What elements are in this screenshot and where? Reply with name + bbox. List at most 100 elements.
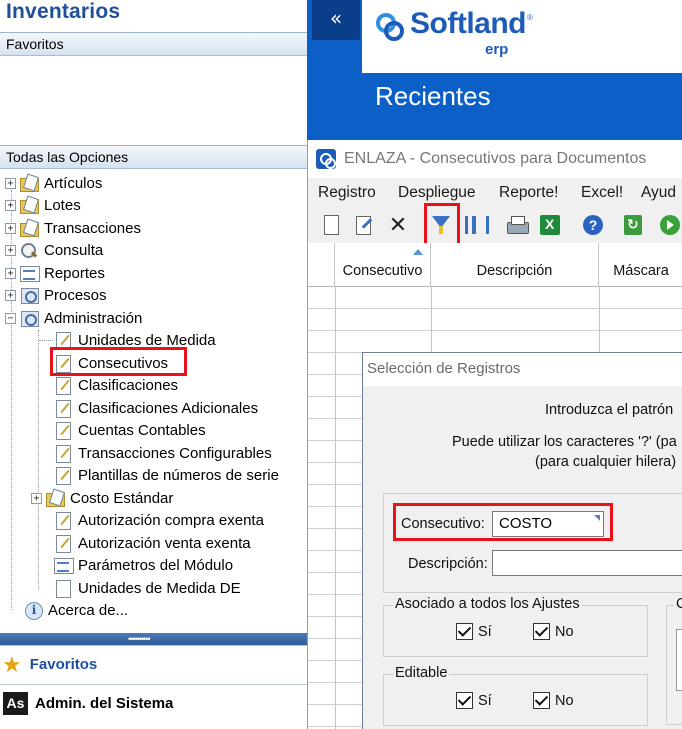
highlight-consecutivos — [50, 347, 187, 376]
grid-header: Consecutivo Descripción Máscara — [308, 243, 682, 287]
expand-icon[interactable]: + — [31, 492, 42, 504]
help-icon[interactable] — [582, 214, 604, 236]
menu-reporte[interactable]: Reporte! — [499, 184, 558, 202]
section-title-recientes: Recientes — [375, 81, 491, 111]
tree-item-parametros-modulo[interactable]: Parámetros del Módulo — [53, 554, 233, 576]
dialog-title[interactable]: Selección de Registros — [363, 353, 682, 386]
columns-icon[interactable] — [463, 214, 489, 236]
tree-item-autorizacion-compra[interactable]: Autorización compra exenta — [53, 509, 264, 531]
checkbox-checked-icon — [533, 623, 550, 640]
softland-logo: Softland ® erp — [362, 0, 682, 73]
folder-doc-icon — [45, 489, 65, 507]
tree-item-lotes[interactable]: + Lotes — [5, 194, 81, 216]
tree-item-acerca-de[interactable]: Acerca de... — [23, 599, 128, 621]
admin-system-icon: As — [3, 692, 28, 715]
excel-icon[interactable] — [539, 214, 561, 236]
tree-item-plantillas-series[interactable]: Plantillas de números de serie — [53, 464, 279, 486]
folder-doc-icon — [19, 219, 39, 237]
edit-doc-icon — [53, 534, 73, 553]
dialog-instruction-3: (para cualquier hilera) — [535, 454, 677, 470]
new-icon[interactable] — [320, 214, 342, 236]
menu-bar: Registro Despliegue Reporte! Excel! Ayud — [308, 182, 682, 206]
tree-item-autorizacion-venta[interactable]: Autorización venta exenta — [53, 532, 251, 554]
tree-connector — [38, 330, 39, 590]
edit-doc-icon — [53, 444, 73, 463]
checkbox-checked-icon — [533, 692, 550, 709]
favorites-header[interactable]: Favoritos — [0, 32, 307, 56]
collapse-panel-button[interactable]: « — [312, 0, 360, 40]
tree-item-procesos[interactable]: + Procesos — [5, 284, 107, 306]
menu-despliegue[interactable]: Despliegue — [398, 184, 476, 202]
column-header-descripcion[interactable]: Descripción — [431, 243, 599, 287]
next-icon[interactable] — [659, 214, 681, 236]
column-header-mascara[interactable]: Máscara — [599, 243, 682, 287]
app-window-icon — [316, 149, 336, 169]
splitter-grip: •••••••••• — [128, 634, 150, 644]
blank-doc-icon — [53, 579, 73, 598]
editable-si-checkbox[interactable]: Sí — [456, 692, 492, 709]
tree-item-clasificaciones[interactable]: Clasificaciones — [53, 374, 178, 396]
expand-icon[interactable]: + — [5, 177, 16, 189]
tree-item-label: Cuentas Contables — [78, 421, 206, 439]
menu-ayuda[interactable]: Ayud — [641, 184, 676, 202]
edit-doc-icon — [53, 421, 73, 440]
sort-ascending-icon — [413, 249, 423, 255]
softland-logo-icon — [376, 13, 404, 41]
tree-item-label: Procesos — [44, 286, 107, 304]
tree-item-label: Plantillas de números de serie — [78, 466, 279, 484]
settings-icon — [19, 309, 39, 327]
report-icon — [19, 264, 40, 282]
expand-icon[interactable]: + — [5, 289, 16, 301]
asociado-no-checkbox[interactable]: No — [533, 623, 574, 640]
print-icon[interactable] — [506, 214, 529, 236]
tree-item-label: Costo Estándar — [70, 489, 174, 507]
tree-item-costo-estandar[interactable]: + Costo Estándar — [31, 487, 173, 509]
column-header-consecutivo[interactable]: Consecutivo — [335, 243, 431, 287]
expand-icon[interactable]: + — [5, 222, 16, 234]
tree-connector — [39, 340, 53, 341]
grid-divider — [335, 287, 336, 729]
all-options-header[interactable]: Todas las Opciones — [0, 145, 307, 169]
tree-item-consulta[interactable]: + Consulta — [5, 239, 103, 261]
folder-doc-icon — [19, 196, 39, 214]
tree-item-administracion[interactable]: − Administración — [5, 307, 142, 329]
editable-no-checkbox[interactable]: No — [533, 692, 574, 709]
tree-item-clasificaciones-adicionales[interactable]: Clasificaciones Adicionales — [53, 397, 258, 419]
asociado-si-checkbox[interactable]: Sí — [456, 623, 492, 640]
bottom-nav-favoritos[interactable]: ★ Favoritos — [0, 645, 307, 683]
tree-item-transacciones[interactable]: + Transacciones — [5, 217, 141, 239]
tree-item-cuentas-contables[interactable]: Cuentas Contables — [53, 419, 206, 441]
search-icon — [19, 241, 39, 259]
expand-icon[interactable]: + — [5, 244, 16, 256]
expand-icon[interactable]: + — [5, 267, 16, 279]
logo-trademark: ® — [527, 13, 533, 22]
expand-icon[interactable]: + — [5, 199, 16, 211]
window-titlebar[interactable]: ENLAZA - Consecutivos para Documentos — [308, 140, 682, 178]
bottom-nav-admin-sistema[interactable]: As Admin. del Sistema — [0, 684, 307, 722]
star-icon: ★ — [2, 651, 22, 677]
refresh-icon[interactable] — [622, 214, 644, 236]
descripcion-input[interactable] — [492, 550, 682, 576]
logo-subtitle: erp — [485, 41, 509, 58]
edit-doc-icon — [53, 466, 73, 485]
delete-icon[interactable]: ✕ — [387, 214, 409, 236]
panel-splitter[interactable]: •••••••••• — [0, 633, 307, 645]
menu-registro[interactable]: Registro — [318, 184, 376, 202]
tree-item-reportes[interactable]: + Reportes — [5, 262, 105, 284]
collapse-icon[interactable]: − — [5, 312, 16, 324]
app-header: « Softland ® erp Recientes — [307, 0, 682, 140]
highlight-filter-button — [424, 203, 460, 247]
column-header-label: Consecutivo — [342, 263, 423, 279]
partial-list-box[interactable] — [676, 629, 682, 691]
tree-item-unidades-medida-de[interactable]: Unidades de Medida DE — [53, 577, 241, 599]
checkbox-label: Sí — [478, 623, 492, 640]
edit-icon[interactable] — [353, 214, 375, 236]
tree-item-label: Reportes — [44, 264, 105, 282]
app-title: Inventarios — [6, 0, 121, 23]
tree-item-articulos[interactable]: + Artículos — [5, 172, 102, 194]
tree-item-label: Artículos — [44, 174, 103, 192]
menu-excel[interactable]: Excel! — [581, 184, 623, 202]
window-title: ENLAZA - Consecutivos para Documentos — [344, 150, 647, 167]
tree-item-transacciones-configurables[interactable]: Transacciones Configurables — [53, 442, 272, 464]
bottom-nav-label: Admin. del Sistema — [35, 695, 174, 712]
